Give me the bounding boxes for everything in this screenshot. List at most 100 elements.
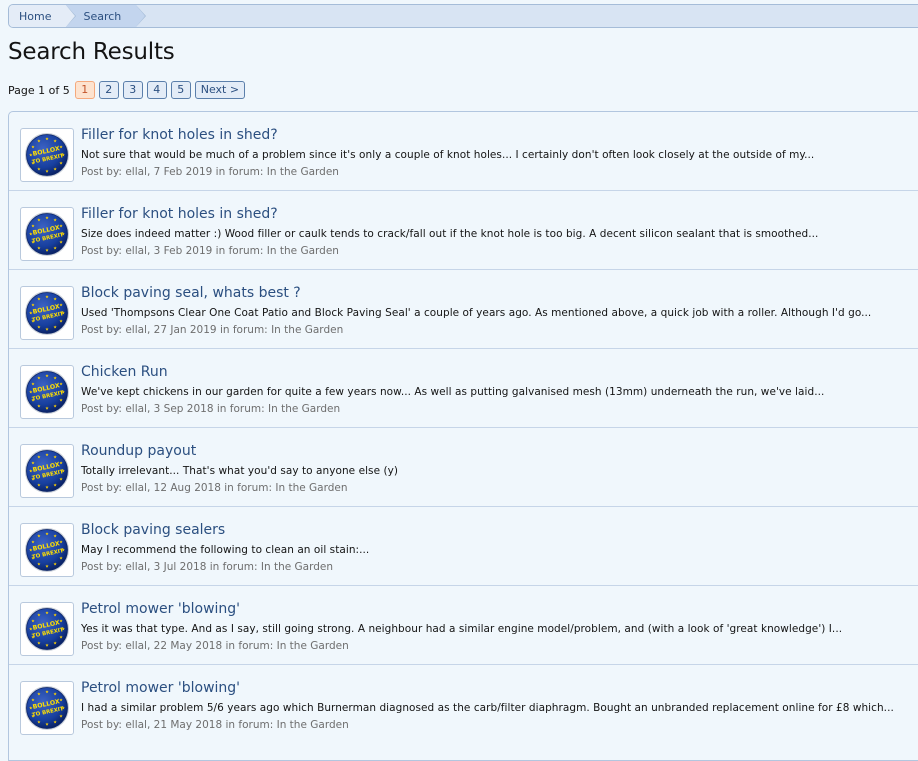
bollox-to-brexit-badge-icon: BOLLOX TO BREXIT — [25, 528, 69, 572]
result-title-link[interactable]: Block paving sealers — [81, 522, 225, 538]
page-3-link[interactable]: 3 — [122, 81, 143, 99]
page-2-link[interactable]: 2 — [98, 81, 119, 99]
forum-link[interactable]: In the Garden — [275, 482, 347, 494]
result-snippet: Size does indeed matter :) Wood filler o… — [81, 228, 819, 240]
search-result-item: BOLLOX TO BREXIT Petrol mower 'blowing' I… — [9, 665, 918, 744]
search-result-item: BOLLOX TO BREXIT Block paving sealers May… — [9, 507, 918, 586]
avatar[interactable]: BOLLOX TO BREXIT — [20, 128, 74, 182]
result-snippet: I had a similar problem 5/6 years ago wh… — [81, 702, 894, 714]
post-by-label: Post by: — [81, 324, 122, 336]
result-meta: Post by: ellal, 21 May 2018 in forum: In… — [81, 719, 349, 731]
forum-link[interactable]: In the Garden — [277, 719, 349, 731]
result-meta: Post by: ellal, 12 Aug 2018 in forum: In… — [81, 482, 348, 494]
result-snippet: Totally irrelevant... That's what you'd … — [81, 465, 399, 477]
author-link[interactable]: ellal — [125, 482, 147, 494]
author-link[interactable]: ellal — [125, 324, 147, 336]
search-result-item: BOLLOX TO BREXIT Chicken Run We've kept c… — [9, 349, 918, 428]
author-link[interactable]: ellal — [125, 719, 147, 731]
forum-link[interactable]: In the Garden — [267, 166, 339, 178]
bollox-to-brexit-badge-icon: BOLLOX TO BREXIT — [25, 133, 69, 177]
avatar[interactable]: BOLLOX TO BREXIT — [20, 602, 74, 656]
result-meta: Post by: ellal, 7 Feb 2019 in forum: In … — [81, 166, 339, 178]
bollox-to-brexit-badge-icon: BOLLOX TO BREXIT — [25, 449, 69, 493]
page-5-link[interactable]: 5 — [170, 81, 191, 99]
avatar[interactable]: BOLLOX TO BREXIT — [20, 207, 74, 261]
pagination: Page 1 of 5 1 2 3 4 5 Next > — [8, 81, 246, 99]
result-meta: Post by: ellal, 3 Feb 2019 in forum: In … — [81, 245, 339, 257]
forum-link[interactable]: In the Garden — [267, 245, 339, 257]
breadcrumb-home-link[interactable]: Home — [9, 5, 78, 27]
result-title-link[interactable]: Roundup payout — [81, 443, 196, 459]
forum-link[interactable]: In the Garden — [271, 324, 343, 336]
result-meta: Post by: ellal, 3 Jul 2018 in forum: In … — [81, 561, 334, 573]
in-forum-label: in forum: — [225, 640, 274, 652]
post-date: 22 May 2018 — [153, 640, 223, 652]
in-forum-label: in forum: — [224, 482, 273, 494]
page-count-label: Page 1 of 5 — [8, 83, 70, 97]
post-date: 27 Jan 2019 — [153, 324, 217, 336]
post-date: 3 Sep 2018 — [153, 403, 214, 415]
post-by-label: Post by: — [81, 403, 122, 415]
bollox-to-brexit-badge-icon: BOLLOX TO BREXIT — [25, 212, 69, 256]
result-title-link[interactable]: Filler for knot holes in shed? — [81, 127, 278, 143]
bollox-to-brexit-badge-icon: BOLLOX TO BREXIT — [25, 607, 69, 651]
in-forum-label: in forum: — [216, 403, 265, 415]
in-forum-label: in forum: — [215, 245, 264, 257]
result-title-link[interactable]: Chicken Run — [81, 364, 168, 380]
in-forum-label: in forum: — [209, 561, 258, 573]
post-by-label: Post by: — [81, 166, 122, 178]
result-title-link[interactable]: Block paving seal, whats best ? — [81, 285, 301, 301]
result-snippet: May I recommend the following to clean a… — [81, 544, 370, 556]
result-meta: Post by: ellal, 3 Sep 2018 in forum: In … — [81, 403, 341, 415]
result-snippet: Used 'Thompsons Clear One Coat Patio and… — [81, 307, 872, 319]
forum-link[interactable]: In the Garden — [268, 403, 340, 415]
author-link[interactable]: ellal — [125, 166, 147, 178]
search-result-item: BOLLOX TO BREXIT Filler for knot holes i… — [9, 112, 918, 191]
bollox-to-brexit-badge-icon: BOLLOX TO BREXIT — [25, 291, 69, 335]
bollox-to-brexit-badge-icon: BOLLOX TO BREXIT — [25, 686, 69, 730]
result-meta: Post by: ellal, 27 Jan 2019 in forum: In… — [81, 324, 344, 336]
post-date: 21 May 2018 — [153, 719, 223, 731]
in-forum-label: in forum: — [225, 719, 274, 731]
forum-link[interactable]: In the Garden — [277, 640, 349, 652]
result-title-link[interactable]: Filler for knot holes in shed? — [81, 206, 278, 222]
author-link[interactable]: ellal — [125, 561, 147, 573]
result-meta: Post by: ellal, 22 May 2018 in forum: In… — [81, 640, 349, 652]
avatar[interactable]: BOLLOX TO BREXIT — [20, 286, 74, 340]
result-snippet: We've kept chickens in our garden for qu… — [81, 386, 825, 398]
author-link[interactable]: ellal — [125, 245, 147, 257]
author-link[interactable]: ellal — [125, 640, 147, 652]
post-by-label: Post by: — [81, 245, 122, 257]
result-title-link[interactable]: Petrol mower 'blowing' — [81, 680, 240, 696]
in-forum-label: in forum: — [215, 166, 264, 178]
breadcrumb: Home Search — [8, 4, 918, 28]
avatar[interactable]: BOLLOX TO BREXIT — [20, 444, 74, 498]
post-date: 3 Feb 2019 — [153, 245, 213, 257]
author-link[interactable]: ellal — [125, 403, 147, 415]
search-result-item: BOLLOX TO BREXIT Block paving seal, what… — [9, 270, 918, 349]
page-4-link[interactable]: 4 — [146, 81, 167, 99]
post-by-label: Post by: — [81, 640, 122, 652]
page-title: Search Results — [8, 39, 175, 65]
avatar[interactable]: BOLLOX TO BREXIT — [20, 681, 74, 735]
search-result-item: BOLLOX TO BREXIT Filler for knot holes i… — [9, 191, 918, 270]
bollox-to-brexit-badge-icon: BOLLOX TO BREXIT — [25, 370, 69, 414]
avatar[interactable]: BOLLOX TO BREXIT — [20, 523, 74, 577]
result-title-link[interactable]: Petrol mower 'blowing' — [81, 601, 240, 617]
post-date: 3 Jul 2018 — [153, 561, 207, 573]
post-date: 12 Aug 2018 — [153, 482, 221, 494]
avatar[interactable]: BOLLOX TO BREXIT — [20, 365, 74, 419]
post-by-label: Post by: — [81, 561, 122, 573]
search-result-item: BOLLOX TO BREXIT Petrol mower 'blowing' Y… — [9, 586, 918, 665]
search-result-item: BOLLOX TO BREXIT Roundup payout Totally i… — [9, 428, 918, 507]
result-snippet: Yes it was that type. And as I say, stil… — [81, 623, 843, 635]
result-snippet: Not sure that would be much of a problem… — [81, 149, 815, 161]
post-date: 7 Feb 2019 — [153, 166, 213, 178]
post-by-label: Post by: — [81, 482, 122, 494]
next-page-button[interactable]: Next > — [194, 81, 246, 99]
in-forum-label: in forum: — [219, 324, 268, 336]
page-1-link[interactable]: 1 — [74, 81, 95, 99]
post-by-label: Post by: — [81, 719, 122, 731]
search-results-list: BOLLOX TO BREXIT Filler for knot holes i… — [8, 111, 918, 761]
forum-link[interactable]: In the Garden — [261, 561, 333, 573]
